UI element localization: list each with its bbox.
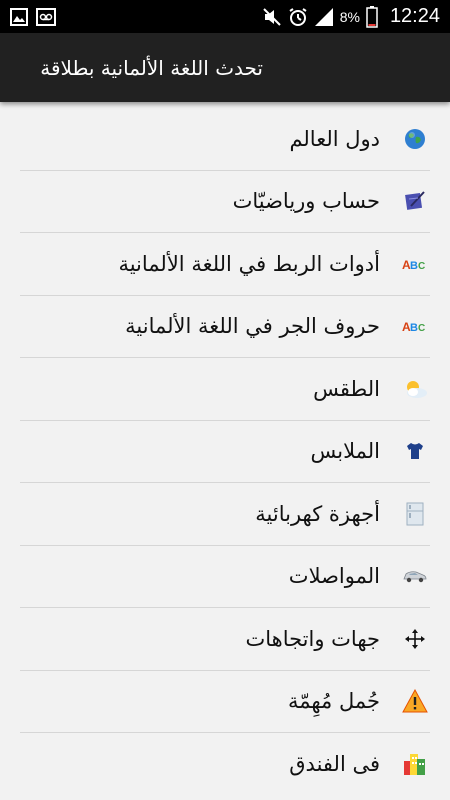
car-icon <box>402 563 428 589</box>
warning-icon <box>402 688 428 714</box>
signal-icon <box>314 7 334 27</box>
menu-item-phrases[interactable]: جُمل مُهِمّة <box>20 671 430 733</box>
hotel-buildings-icon <box>402 751 428 777</box>
menu-item-label: جهات واتجاهات <box>245 626 380 651</box>
menu-item-prepositions[interactable]: حروف الجر في اللغة الألمانية A B C <box>20 296 430 358</box>
menu-item-directions[interactable]: جهات واتجاهات <box>20 608 430 671</box>
abc-icon: A B C <box>402 313 428 339</box>
menu-item-label: المواصلات <box>288 564 380 589</box>
abc-icon: A B C <box>402 251 428 277</box>
menu-item-label: دول العالم <box>289 126 380 151</box>
status-left <box>10 7 56 26</box>
battery-icon <box>366 5 378 28</box>
menu-item-countries[interactable]: دول العالم <box>20 108 430 171</box>
menu-item-label: حساب ورياضيّات <box>232 189 380 214</box>
status-right: 8% 12:24 <box>262 5 440 28</box>
menu-item-label: الطقس <box>313 376 380 401</box>
menu-item-label: أدوات الربط في اللغة الألمانية <box>118 251 380 276</box>
mute-icon <box>262 7 282 27</box>
menu-item-label: الملابس <box>310 439 380 464</box>
app-title: تحدث اللغة الألمانية بطلاقة <box>40 55 263 80</box>
menu-item-conjunctions[interactable]: أدوات الربط في اللغة الألمانية A B C <box>20 233 430 296</box>
app-bar: تحدث اللغة الألمانية بطلاقة <box>0 33 450 102</box>
sun-cloud-icon <box>402 376 428 402</box>
alarm-icon <box>288 7 308 27</box>
tshirt-icon <box>402 438 428 464</box>
menu-item-label: حروف الجر في اللغة الألمانية <box>125 314 380 339</box>
menu-item-label: أجهزة كهربائية <box>255 501 380 526</box>
menu-item-weather[interactable]: الطقس <box>20 358 430 421</box>
directions-arrows-icon <box>402 626 428 652</box>
menu-item-hotel[interactable]: فى الفندق <box>20 733 430 796</box>
battery-percent: 8% <box>339 8 360 25</box>
menu-item-label: جُمل مُهِمّة <box>287 689 380 714</box>
menu-list: دول العالم حساب ورياضيّات أدوات الربط في… <box>0 108 450 796</box>
menu-item-label: فى الفندق <box>289 752 380 777</box>
menu-item-appliances[interactable]: أجهزة كهربائية <box>20 483 430 546</box>
fridge-icon <box>402 501 428 527</box>
globe-icon <box>402 126 428 152</box>
clock-time: 12:24 <box>389 5 440 27</box>
svg-text:B: B <box>410 260 418 272</box>
svg-text:B: B <box>410 322 418 334</box>
image-icon <box>10 7 28 26</box>
svg-text:C: C <box>418 323 425 334</box>
voicemail-icon <box>36 7 56 26</box>
svg-text:C: C <box>418 261 425 272</box>
menu-item-clothes[interactable]: الملابس <box>20 421 430 483</box>
notebook-pen-icon <box>402 188 428 214</box>
status-bar: 8% 12:24 <box>0 0 450 33</box>
menu-item-math[interactable]: حساب ورياضيّات <box>20 171 430 233</box>
menu-item-transport[interactable]: المواصلات <box>20 546 430 608</box>
